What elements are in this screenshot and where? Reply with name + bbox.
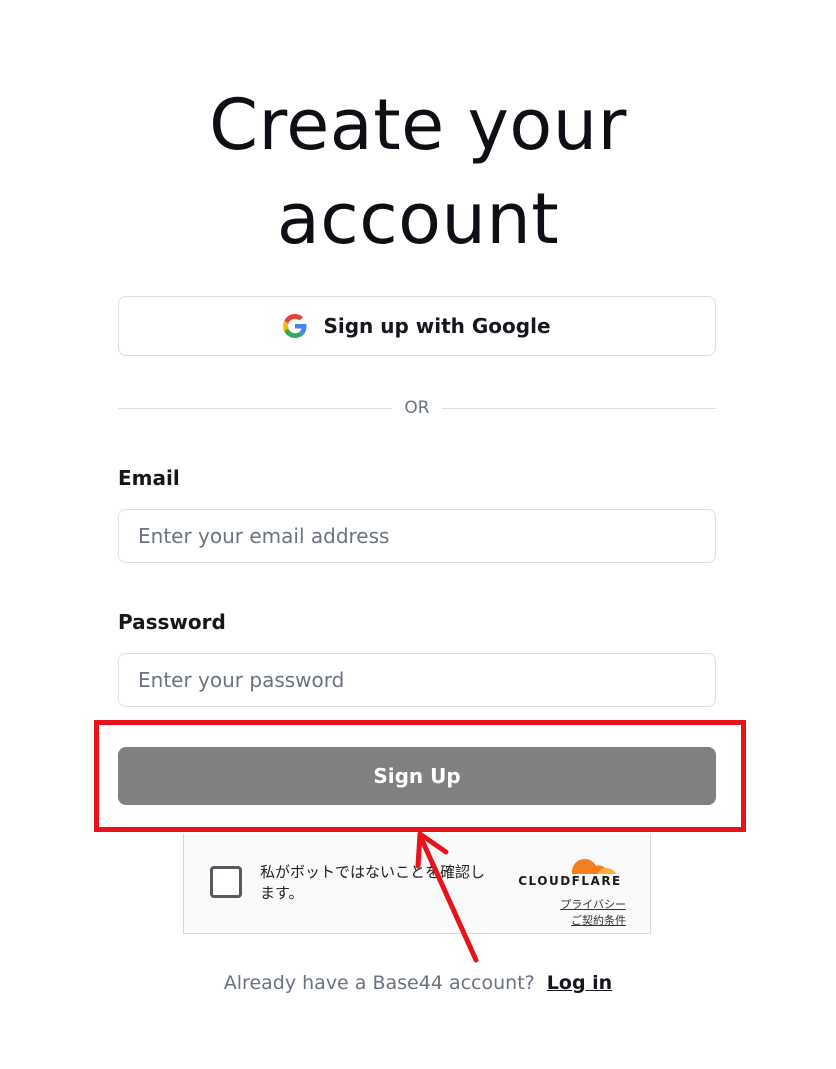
- email-label: Email: [118, 466, 180, 490]
- google-signup-button[interactable]: Sign up with Google: [118, 296, 716, 356]
- password-field[interactable]: [118, 653, 716, 707]
- captcha-terms-link[interactable]: ご契約条件: [571, 912, 626, 928]
- divider-line-left: [118, 407, 393, 409]
- annotation-arrow-icon: [415, 831, 479, 963]
- email-field[interactable]: [118, 509, 716, 563]
- annotation-highlight-box: [94, 720, 746, 832]
- divider-line-right: [441, 407, 717, 409]
- login-prompt-text: Already have a Base44 account?: [223, 972, 535, 994]
- cloudflare-brand-text: CLOUDFLARE: [518, 874, 622, 888]
- login-link[interactable]: Log in: [547, 972, 612, 994]
- captcha-privacy-link[interactable]: プライバシー: [560, 896, 626, 912]
- login-prompt: Already have a Base44 account? Log in: [0, 972, 836, 994]
- page-title-line1: Create your: [209, 84, 627, 166]
- or-divider: OR: [118, 396, 717, 420]
- password-label: Password: [118, 610, 226, 634]
- divider-or-text: OR: [404, 398, 430, 418]
- google-icon: [283, 314, 307, 338]
- captcha-checkbox[interactable]: [210, 866, 242, 898]
- page-title: Create your account: [0, 78, 836, 266]
- google-signup-label: Sign up with Google: [323, 314, 551, 338]
- page-title-line2: account: [276, 178, 560, 260]
